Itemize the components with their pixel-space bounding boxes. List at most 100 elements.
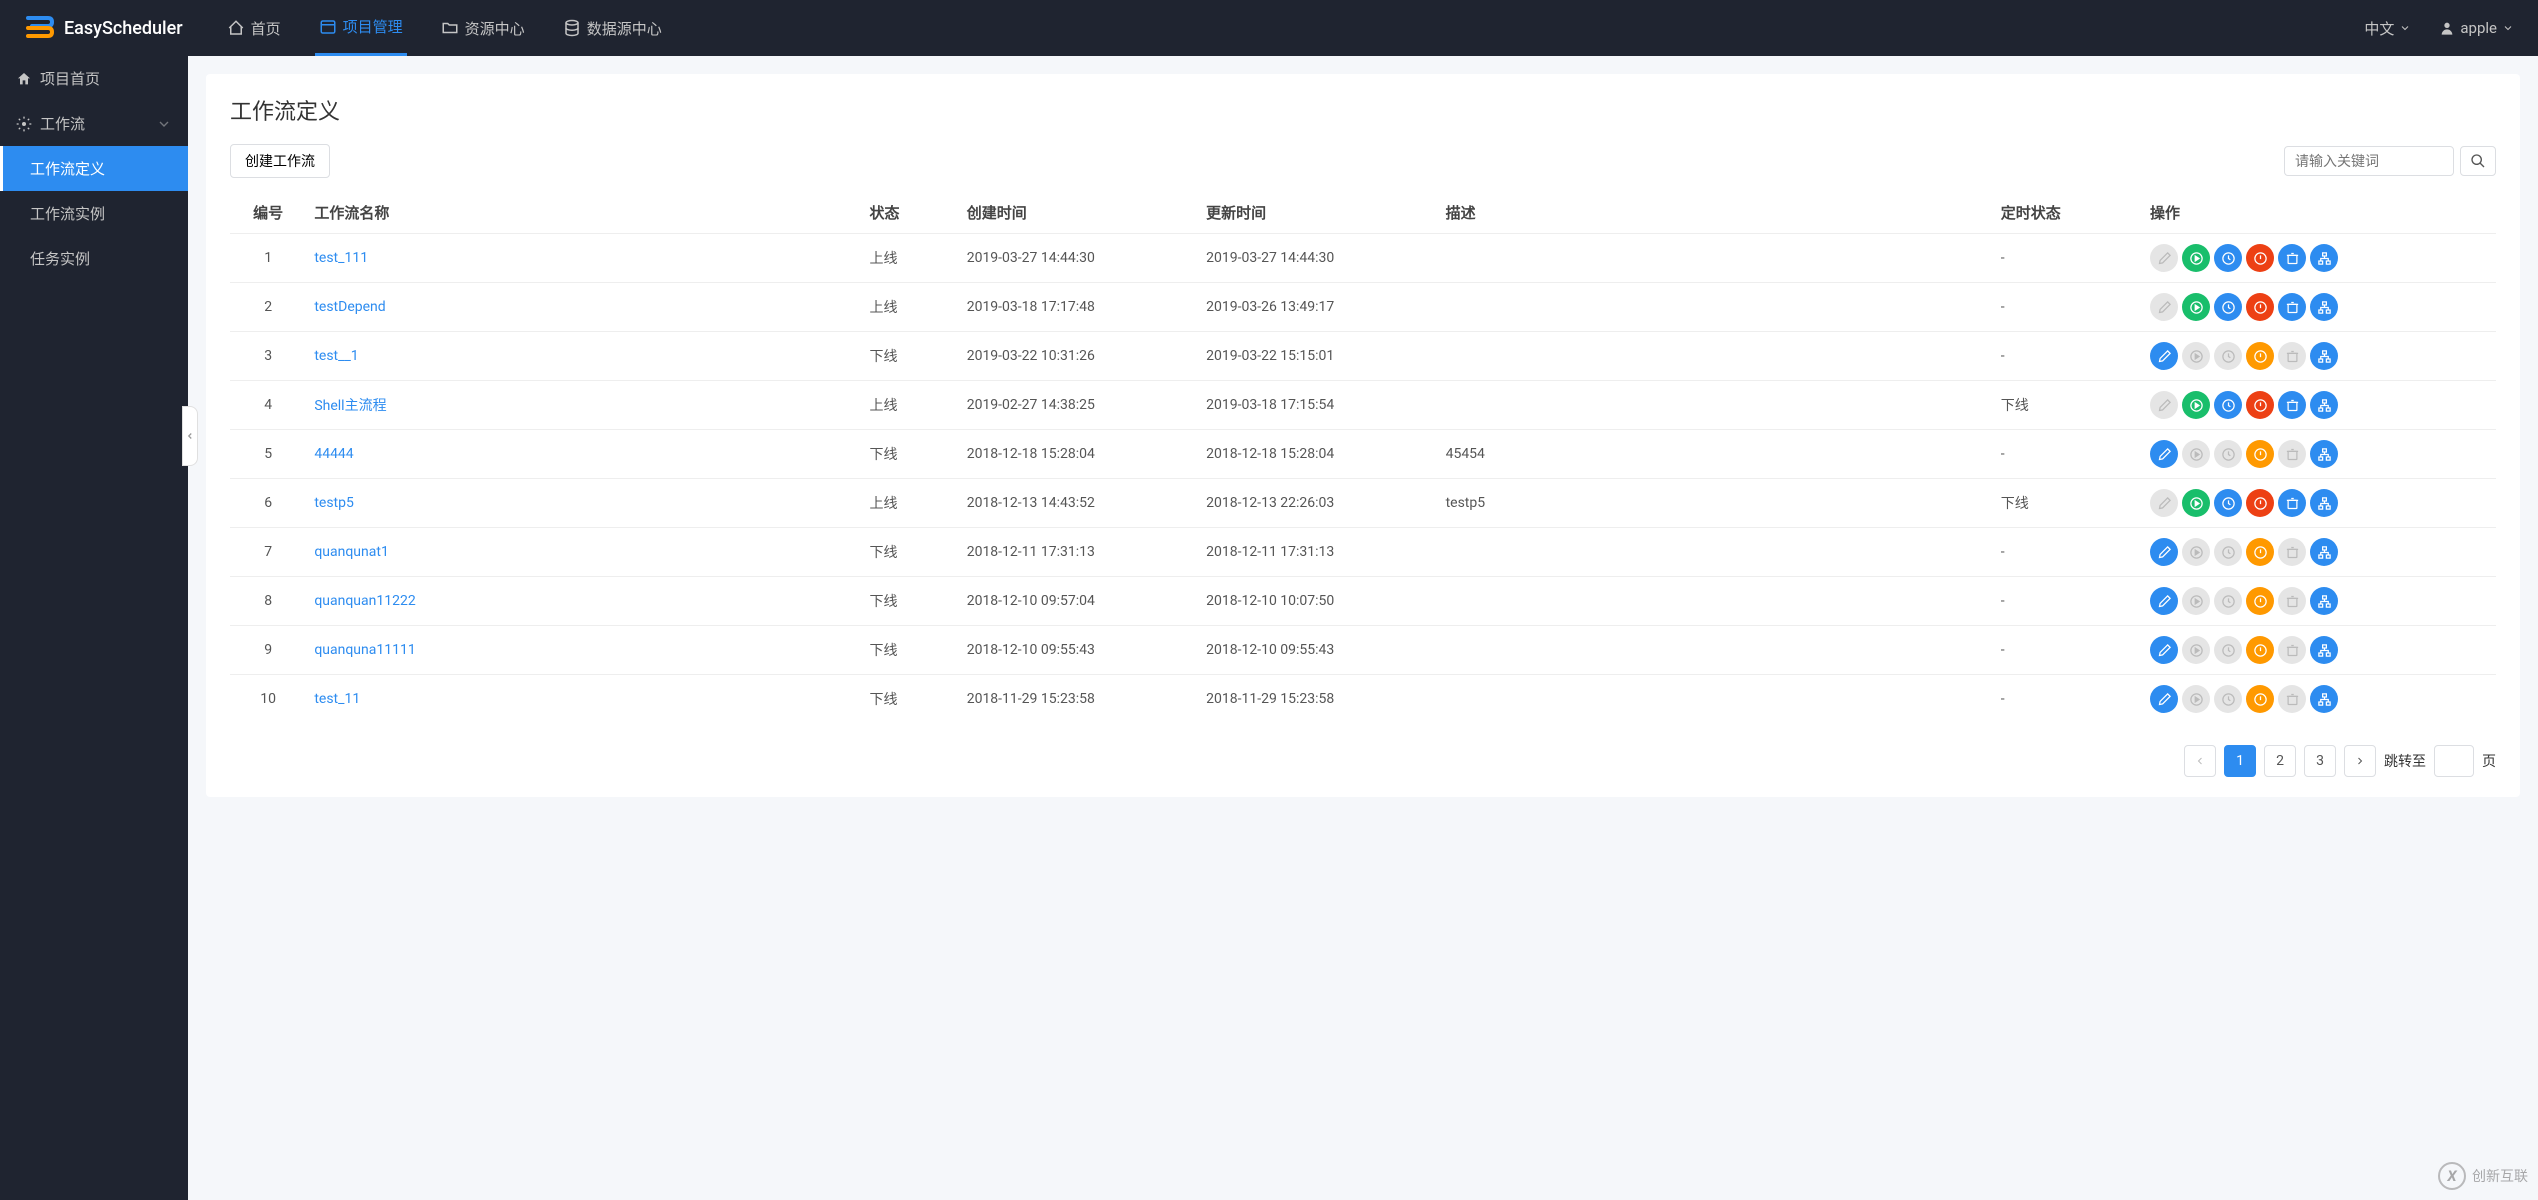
cell-ops [2142,626,2496,675]
onoff-button[interactable] [2246,342,2274,370]
tree-button[interactable] [2310,489,2338,517]
pagination: 1 2 3 跳转至 页 [230,745,2496,777]
workflow-name-link[interactable]: quanquan11222 [314,593,415,609]
onoff-button[interactable] [2246,685,2274,713]
timing-button[interactable] [2214,293,2242,321]
timing-button [2214,685,2242,713]
sidebar-sub-workflow-define[interactable]: 工作流定义 [0,146,188,191]
run-button [2182,587,2210,615]
edit-button [2150,244,2178,272]
timing-button[interactable] [2214,489,2242,517]
nav-project[interactable]: 项目管理 [315,0,407,56]
tree-button[interactable] [2310,587,2338,615]
edit-button[interactable] [2150,342,2178,370]
workflow-name-link[interactable]: test_11 [314,691,360,707]
delete-button[interactable] [2278,293,2306,321]
page-next-button[interactable] [2344,745,2376,777]
table-row: 1test_111上线2019-03-27 14:44:302019-03-27… [230,234,2496,283]
table-row: 4Shell主流程上线2019-02-27 14:38:252019-03-18… [230,381,2496,430]
cell-name: test_111 [306,234,861,283]
search-input[interactable] [2284,146,2454,176]
cell-status: 下线 [862,332,959,381]
cell-desc [1438,381,1993,430]
page-button-1[interactable]: 1 [2224,745,2256,777]
tree-button[interactable] [2310,244,2338,272]
onoff-button[interactable] [2246,538,2274,566]
tree-button[interactable] [2310,293,2338,321]
tree-button[interactable] [2310,538,2338,566]
row-ops [2150,440,2488,468]
page-button-3[interactable]: 3 [2304,745,2336,777]
tree-button[interactable] [2310,342,2338,370]
delete-button[interactable] [2278,244,2306,272]
logo[interactable]: EasyScheduler [24,14,183,42]
workflow-name-link[interactable]: testDepend [314,299,385,315]
page-button-2[interactable]: 2 [2264,745,2296,777]
onoff-button[interactable] [2246,244,2274,272]
timing-button[interactable] [2214,391,2242,419]
run-button[interactable] [2182,293,2210,321]
workflow-name-link[interactable]: quanquna11111 [314,642,415,658]
tree-button[interactable] [2310,685,2338,713]
sidebar-item-workflow[interactable]: 工作流 [0,101,188,146]
delete-button[interactable] [2278,391,2306,419]
cell-name: quanqunat1 [306,528,861,577]
workflow-name-link[interactable]: testp5 [314,495,354,511]
tree-button[interactable] [2310,636,2338,664]
edit-button[interactable] [2150,685,2178,713]
cell-idx: 6 [230,479,306,528]
edit-button[interactable] [2150,587,2178,615]
onoff-button[interactable] [2246,440,2274,468]
cell-created: 2018-12-18 15:28:04 [959,430,1198,479]
delete-button[interactable] [2278,489,2306,517]
workflow-name-link[interactable]: quanqunat1 [314,544,389,560]
page-prev-button[interactable] [2184,745,2216,777]
onoff-button[interactable] [2246,587,2274,615]
cell-updated: 2018-12-13 22:26:03 [1198,479,1437,528]
cell-sched: 下线 [1993,479,2142,528]
nav-resource[interactable]: 资源中心 [437,0,529,56]
tree-button[interactable] [2310,391,2338,419]
onoff-button[interactable] [2246,293,2274,321]
nav-datasource[interactable]: 数据源中心 [559,0,666,56]
workflow-name-link[interactable]: Shell主流程 [314,398,386,414]
edit-button[interactable] [2150,636,2178,664]
sidebar-item-project-home[interactable]: 项目首页 [0,56,188,101]
cell-created: 2019-03-18 17:17:48 [959,283,1198,332]
tree-button[interactable] [2310,440,2338,468]
edit-button[interactable] [2150,440,2178,468]
table-row: 10test_11下线2018-11-29 15:23:582018-11-29… [230,675,2496,724]
edit-button[interactable] [2150,538,2178,566]
workflow-name-link[interactable]: test_111 [314,250,368,266]
cell-status: 下线 [862,577,959,626]
edit-button [2150,489,2178,517]
toolbar: 创建工作流 [230,144,2496,178]
create-workflow-button[interactable]: 创建工作流 [230,144,330,178]
jump-label: 跳转至 [2384,751,2426,771]
sidebar-collapse-button[interactable] [182,406,198,466]
sidebar-sub-task-instance[interactable]: 任务实例 [0,236,188,281]
search-button[interactable] [2460,146,2496,176]
cell-updated: 2019-03-27 14:44:30 [1198,234,1437,283]
onoff-button[interactable] [2246,391,2274,419]
cell-desc [1438,675,1993,724]
cell-idx: 7 [230,528,306,577]
workflow-name-link[interactable]: 44444 [314,446,353,462]
run-button[interactable] [2182,391,2210,419]
cell-sched: 下线 [1993,381,2142,430]
sidebar-sub-workflow-instance[interactable]: 工作流实例 [0,191,188,236]
table-row: 8quanquan11222下线2018-12-10 09:57:042018-… [230,577,2496,626]
workflow-name-link[interactable]: test__1 [314,348,358,364]
cell-created: 2018-12-10 09:57:04 [959,577,1198,626]
col-header-created: 创建时间 [959,192,1198,234]
run-button[interactable] [2182,489,2210,517]
onoff-button[interactable] [2246,636,2274,664]
language-switcher[interactable]: 中文 [2364,18,2411,39]
run-button[interactable] [2182,244,2210,272]
nav-home[interactable]: 首页 [223,0,285,56]
jump-page-input[interactable] [2434,745,2474,777]
col-header-ops: 操作 [2142,192,2496,234]
timing-button[interactable] [2214,244,2242,272]
onoff-button[interactable] [2246,489,2274,517]
user-menu[interactable]: apple [2439,19,2514,37]
